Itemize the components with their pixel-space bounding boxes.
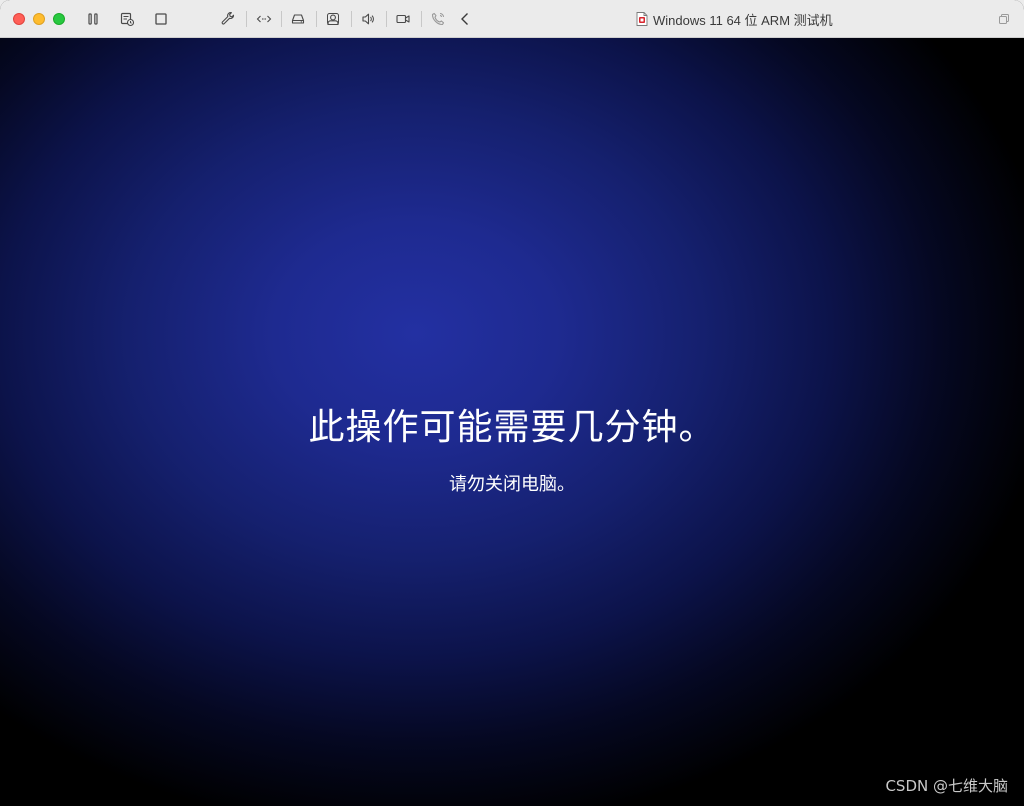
toolbar-separator xyxy=(421,11,422,27)
vm-window: Windows 11 64 位 ARM 测试机 此操作可能需要几分钟。 请勿关闭… xyxy=(0,0,1024,806)
snapshot-icon[interactable] xyxy=(117,9,137,29)
code-arrows-icon[interactable] xyxy=(254,9,274,29)
settings-wrench-icon[interactable] xyxy=(218,9,238,29)
window-title-text: Windows 11 64 位 ARM 测试机 xyxy=(653,12,833,28)
disk-drive-icon[interactable] xyxy=(288,9,308,29)
vm-screen[interactable]: 此操作可能需要几分钟。 请勿关闭电脑。 CSDN @七维大脑 xyxy=(0,38,1024,806)
window-restore-icon[interactable] xyxy=(994,9,1014,29)
csdn-watermark: CSDN @七维大脑 xyxy=(885,777,1008,795)
user-account-icon[interactable] xyxy=(323,9,343,29)
toolbar-separator xyxy=(351,11,352,27)
stop-icon[interactable] xyxy=(151,9,171,29)
title-bar: Windows 11 64 位 ARM 测试机 xyxy=(0,0,1024,38)
setup-message: 此操作可能需要几分钟。 xyxy=(308,407,716,448)
toolbar-separator xyxy=(386,11,387,27)
maximize-window-button[interactable] xyxy=(53,13,65,25)
toolbar-separator xyxy=(281,11,282,27)
speaker-icon[interactable] xyxy=(358,9,378,29)
vm-document-icon xyxy=(636,12,648,26)
window-title: Windows 11 64 位 ARM 测试机 xyxy=(636,10,833,28)
pause-icon[interactable] xyxy=(83,9,103,29)
setup-submessage: 请勿关闭电脑。 xyxy=(449,474,575,495)
close-window-button[interactable] xyxy=(13,13,25,25)
toolbar-separator xyxy=(246,11,247,27)
minimize-window-button[interactable] xyxy=(33,13,45,25)
back-chevron-icon[interactable] xyxy=(455,9,475,29)
phone-call-icon[interactable] xyxy=(428,9,448,29)
camera-icon[interactable] xyxy=(393,9,413,29)
toolbar-separator xyxy=(316,11,317,27)
